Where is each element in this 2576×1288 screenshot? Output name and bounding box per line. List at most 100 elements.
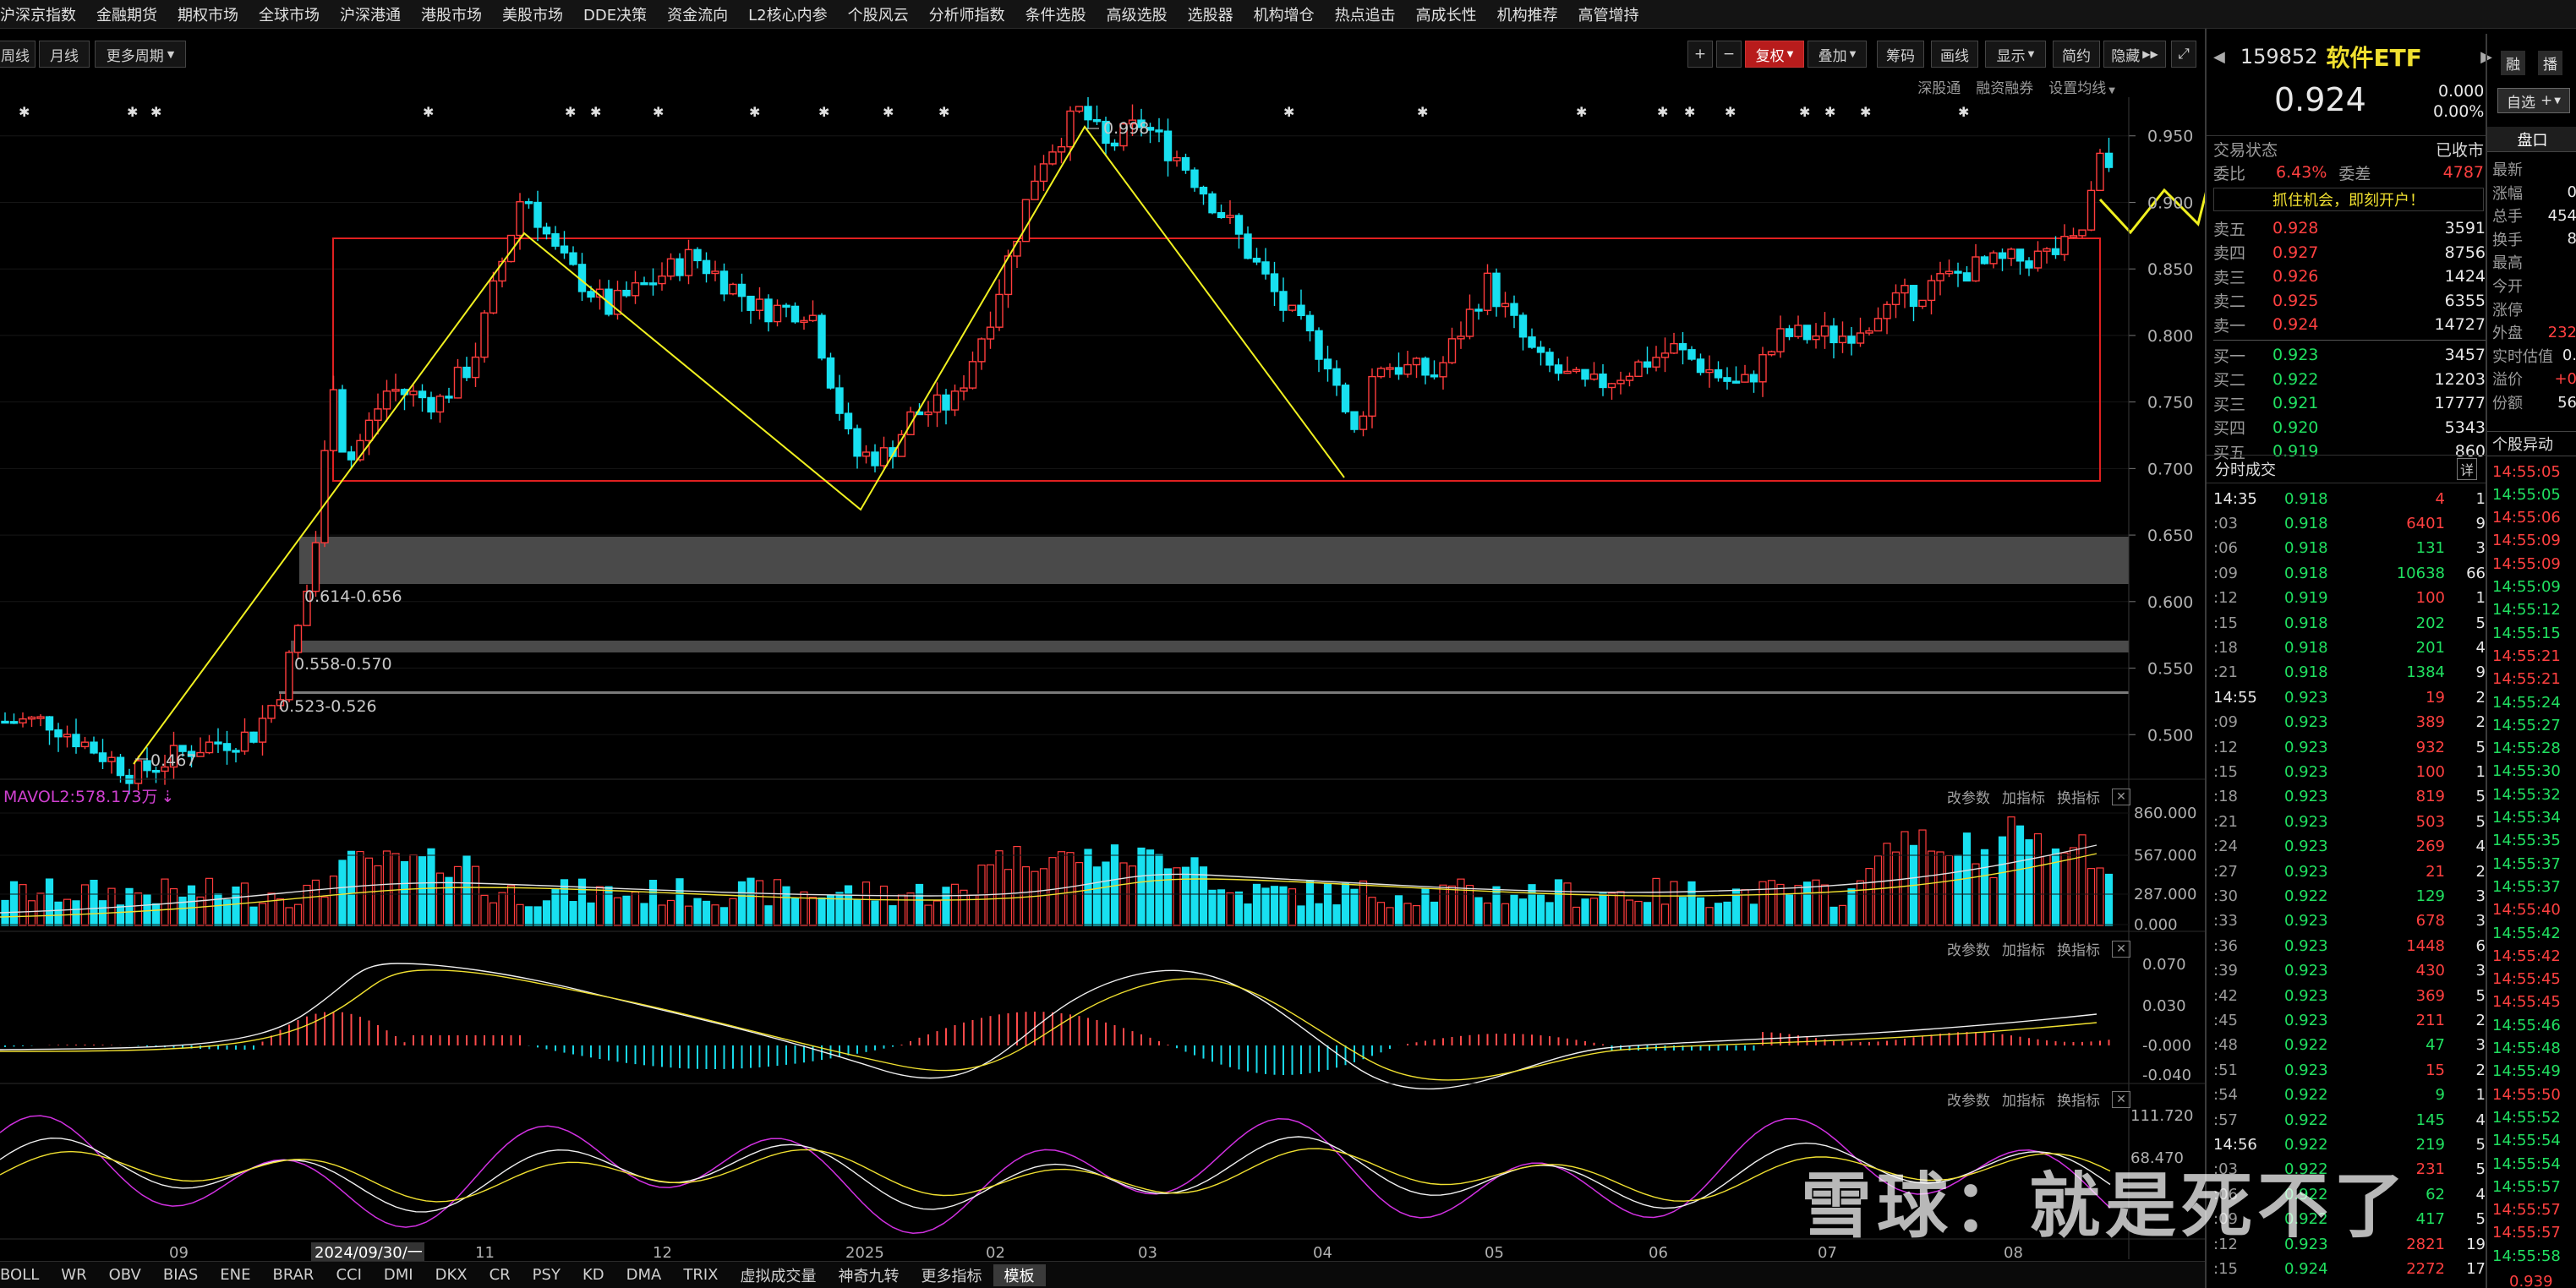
volume-bar bbox=[445, 876, 453, 926]
menu-item[interactable]: 分析师指数 bbox=[919, 3, 1015, 25]
volume-bar bbox=[9, 881, 19, 926]
menu-item[interactable]: 期权市场 bbox=[167, 3, 249, 25]
menu-item[interactable]: 高级选股 bbox=[1097, 3, 1178, 25]
brief-button[interactable]: 简约 bbox=[2053, 41, 2100, 68]
volume-bar bbox=[161, 878, 169, 926]
indicator-tab[interactable]: KD bbox=[572, 1266, 615, 1284]
expand-icon[interactable]: ⤢ bbox=[2171, 41, 2196, 68]
alert-time: 14:55:21 bbox=[2492, 647, 2561, 665]
prev-stock-icon[interactable]: ◀ bbox=[2213, 48, 2225, 66]
period-tab-week[interactable]: 周线 bbox=[0, 41, 36, 68]
indicator-tab[interactable]: BOLL bbox=[0, 1266, 50, 1284]
period-more-dropdown[interactable]: 更多周期 ▼ bbox=[95, 41, 186, 68]
menu-item[interactable]: 机构增仓 bbox=[1244, 3, 1325, 25]
volume-bar bbox=[906, 892, 915, 926]
menu-item[interactable]: 资金流向 bbox=[657, 3, 738, 25]
tick-time: :21 bbox=[2213, 812, 2238, 831]
candle-body bbox=[293, 625, 303, 653]
vol-change-params[interactable]: 改参数 bbox=[1947, 786, 1990, 807]
promo-banner[interactable]: 抓住机会，即刻开户！ bbox=[2213, 188, 2484, 211]
indicator-tab[interactable]: 虚拟成交量 bbox=[730, 1264, 828, 1286]
close-icon[interactable]: ✕ bbox=[2112, 1090, 2130, 1108]
menu-item[interactable]: 沪深港通 bbox=[330, 3, 411, 25]
macd-add-indicator[interactable]: 加指标 bbox=[2002, 938, 2045, 959]
indicator-tab[interactable]: BIAS bbox=[152, 1266, 209, 1284]
candle-body bbox=[1980, 256, 1989, 265]
tick-row: :27 0.923 21 2 bbox=[2213, 860, 2486, 883]
volume-bar bbox=[1226, 892, 1234, 926]
menu-item[interactable]: 个股风云 bbox=[838, 3, 919, 25]
margin-button[interactable]: 融 bbox=[2501, 51, 2525, 75]
menu-item[interactable]: 港股市场 bbox=[411, 3, 492, 25]
indicator-tab[interactable]: 神奇九转 bbox=[828, 1264, 911, 1286]
indicator-tab[interactable]: DMI bbox=[373, 1266, 424, 1284]
indicator-tab[interactable]: CR bbox=[479, 1266, 522, 1284]
indicator-tab[interactable]: OBV bbox=[98, 1266, 152, 1284]
link-sgt[interactable]: 深股通 bbox=[1917, 76, 1961, 98]
kdj-add-indicator[interactable]: 加指标 bbox=[2002, 1089, 2045, 1110]
volume-bar bbox=[1776, 883, 1785, 926]
zoom-in-button[interactable]: + bbox=[1687, 41, 1713, 68]
watchlist-button[interactable]: 自选 + ▼ bbox=[2497, 88, 2570, 113]
indicator-tab[interactable]: PSY bbox=[522, 1266, 572, 1284]
candle-body bbox=[551, 232, 560, 247]
kline-chart[interactable]: ✱ ✱ ✱ ✱ ✱ ✱ ✱ ✱ ✱ ✱ ✱ ✱ ✱ ✱ ✱ ✱ ✱ ✱ ✱ ✱ ✱ 0.950 0.900 0.850 0.8… bbox=[0, 97, 2208, 1263]
indicator-tab[interactable]: DMA bbox=[615, 1266, 673, 1284]
indicator-tab[interactable]: BRAR bbox=[261, 1266, 325, 1284]
tick-time: :45 bbox=[2213, 1011, 2238, 1029]
volume-bar bbox=[240, 882, 249, 926]
volume-bar bbox=[1696, 897, 1705, 926]
kdj-switch-indicator[interactable]: 换指标 bbox=[2057, 1089, 2100, 1110]
menu-item[interactable]: 美股市场 bbox=[492, 3, 573, 25]
draw-line-button[interactable]: 画线 bbox=[1931, 41, 1978, 68]
menu-item[interactable]: 沪深京指数 bbox=[0, 3, 86, 25]
menu-item[interactable]: 机构推荐 bbox=[1487, 3, 1568, 25]
menu-item[interactable]: 条件选股 bbox=[1015, 3, 1097, 25]
indicator-tab[interactable]: CCI bbox=[325, 1266, 372, 1284]
event-star-icon: ✱ bbox=[938, 104, 949, 120]
indicator-tab[interactable]: 模板 bbox=[993, 1263, 1046, 1286]
tick-volume: 819 bbox=[2415, 788, 2445, 806]
menu-item[interactable]: 高管增持 bbox=[1568, 3, 1649, 25]
menu-item[interactable]: L2核心内参 bbox=[738, 3, 837, 25]
event-star-icon: ✱ bbox=[1576, 104, 1587, 120]
close-icon[interactable]: ✕ bbox=[2112, 940, 2130, 958]
chips-button[interactable]: 筹码 bbox=[1877, 41, 1924, 68]
link-ma-settings[interactable]: 设置均线 ▼ bbox=[2048, 76, 2115, 98]
menu-item[interactable]: 选股器 bbox=[1178, 3, 1244, 25]
zoom-out-button[interactable]: − bbox=[1716, 41, 1742, 68]
link-margin[interactable]: 融资融券 bbox=[1976, 76, 2033, 98]
date-tick-label: 05 bbox=[1485, 1244, 1504, 1262]
indicator-tab[interactable]: TRIX bbox=[672, 1266, 729, 1284]
macd-change-params[interactable]: 改参数 bbox=[1947, 938, 1990, 959]
indicator-tab[interactable]: 更多指标 bbox=[911, 1264, 993, 1286]
display-label: 显示 bbox=[1996, 47, 2026, 65]
macd-switch-indicator[interactable]: 换指标 bbox=[2057, 938, 2100, 959]
overlay-dropdown[interactable]: 叠加 ▼ bbox=[1808, 41, 1867, 68]
candle-body bbox=[1581, 368, 1589, 380]
tab-pankou[interactable]: 盘口 bbox=[2487, 127, 2576, 152]
indicator-tab[interactable]: ENE bbox=[209, 1266, 261, 1284]
display-dropdown[interactable]: 显示 ▼ bbox=[1985, 41, 2046, 68]
vol-switch-indicator[interactable]: 换指标 bbox=[2057, 786, 2100, 807]
kdj-change-params[interactable]: 改参数 bbox=[1947, 1089, 1990, 1110]
menu-item[interactable]: 热点追击 bbox=[1325, 3, 1406, 25]
broadcast-button[interactable]: 播 bbox=[2538, 51, 2562, 75]
candle-body bbox=[587, 291, 595, 298]
menu-item[interactable]: 全球市场 bbox=[249, 3, 330, 25]
fuquan-dropdown[interactable]: 复权 ▼ bbox=[1745, 41, 1804, 68]
vol-add-indicator[interactable]: 加指标 bbox=[2002, 786, 2045, 807]
menu-item[interactable]: 金融期货 bbox=[86, 3, 167, 25]
indicator-tab[interactable]: DKX bbox=[424, 1266, 479, 1284]
ticks-detail-button[interactable]: 详 bbox=[2456, 458, 2477, 480]
period-tab-month[interactable]: 月线 bbox=[39, 41, 90, 68]
menu-item[interactable]: 高成长性 bbox=[1406, 3, 1487, 25]
chevron-down-icon: ▼ bbox=[2108, 86, 2115, 96]
alert-time: 14:55:45 bbox=[2492, 993, 2561, 1012]
close-icon[interactable]: ✕ bbox=[2112, 788, 2130, 805]
volume-bar bbox=[27, 900, 36, 926]
menu-item[interactable]: DDE决策 bbox=[573, 3, 657, 25]
divider bbox=[2207, 135, 2486, 136]
hide-button[interactable]: 隐藏 ▶▶ bbox=[2103, 41, 2166, 68]
indicator-tab[interactable]: WR bbox=[50, 1266, 97, 1284]
